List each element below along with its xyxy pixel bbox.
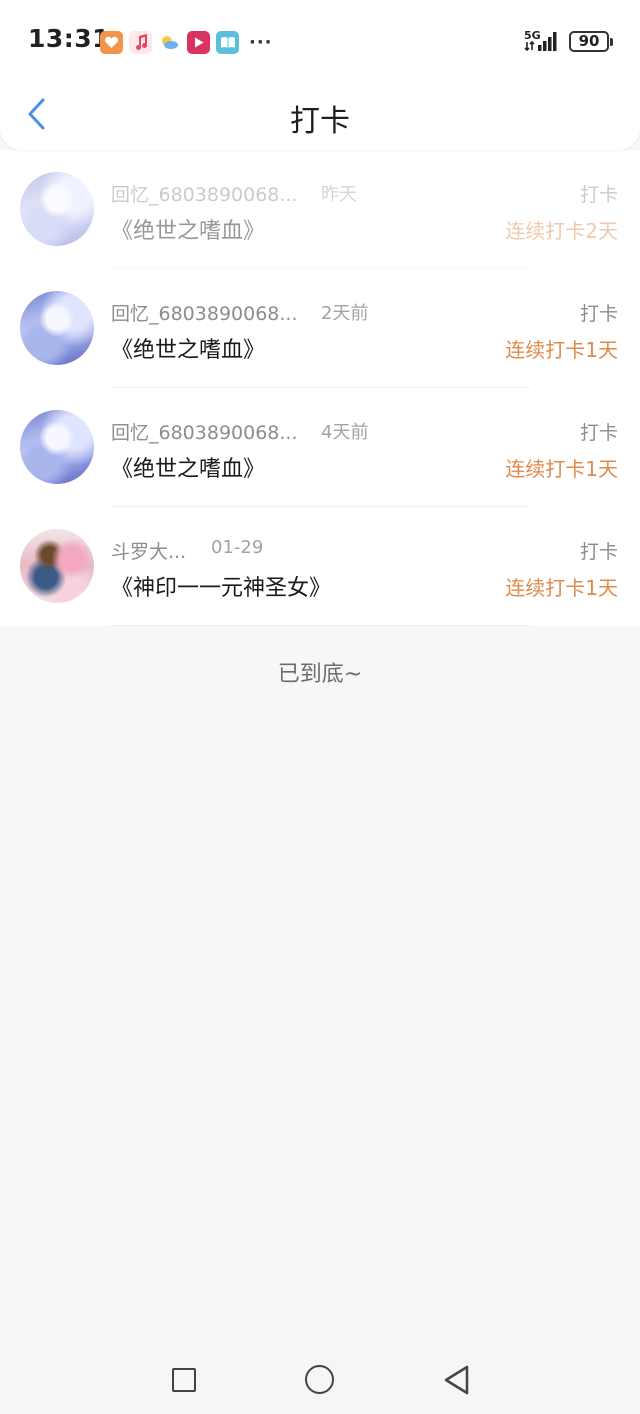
home-button[interactable] [305, 1365, 334, 1394]
divider [111, 625, 530, 626]
streak-label: 连续打卡2天 [505, 219, 618, 243]
network-label: 5G [524, 29, 541, 42]
system-back-button[interactable] [442, 1364, 472, 1396]
reader-app-icon [216, 30, 239, 54]
checkin-item[interactable]: 回忆_6803890068... 昨天 《绝世之嗜血》 打卡 连续打卡2天 [0, 150, 640, 269]
book-title[interactable]: 《绝世之嗜血》 [111, 332, 265, 364]
video-app-icon [187, 30, 210, 54]
username[interactable]: 回忆_6803890068... [111, 299, 298, 326]
signal-5g-icon: 5G [523, 28, 563, 54]
avatar[interactable] [20, 410, 94, 484]
recent-apps-button[interactable] [172, 1368, 196, 1392]
music-app-icon [129, 30, 152, 54]
status-bar: 13:31 ··· 5G 90 [0, 0, 640, 80]
triangle-back-icon [444, 1365, 469, 1395]
battery-icon: 90 [569, 31, 613, 52]
checkin-item[interactable]: 回忆_6803890068... 2天前 《绝世之嗜血》 打卡 连续打卡1天 [0, 269, 640, 388]
checkin-list: 回忆_6803890068... 昨天 《绝世之嗜血》 打卡 连续打卡2天 回忆… [0, 150, 640, 626]
action-label: 打卡 [579, 422, 618, 444]
more-notifications-icon: ··· [249, 31, 273, 53]
page-title: 打卡 [290, 104, 350, 139]
end-of-list-text: 已到底~ [277, 662, 363, 687]
book-title[interactable]: 《绝世之嗜血》 [111, 213, 265, 245]
system-navigation-bar [0, 1346, 640, 1414]
status-time: 13:31 [28, 24, 111, 53]
checkin-time: 昨天 [321, 184, 357, 205]
action-label: 打卡 [579, 541, 618, 563]
streak-label: 连续打卡1天 [505, 576, 618, 600]
avatar[interactable] [20, 529, 94, 603]
avatar[interactable] [20, 172, 94, 246]
book-title[interactable]: 《神印一一元神圣女》 [111, 570, 331, 602]
username[interactable]: 回忆_6803890068... [111, 418, 298, 445]
username[interactable]: 斗罗大... [111, 537, 186, 564]
checkin-time: 2天前 [321, 303, 369, 324]
action-label: 打卡 [579, 184, 618, 206]
checkin-item[interactable]: 斗罗大... 01-29 《神印一一元神圣女》 打卡 连续打卡1天 [0, 507, 640, 626]
notification-icons: ··· [100, 30, 273, 54]
checkin-time: 01-29 [211, 537, 264, 558]
streak-label: 连续打卡1天 [505, 338, 618, 362]
nav-bar: 打卡 [0, 80, 640, 150]
streak-label: 连续打卡1天 [505, 457, 618, 481]
book-title[interactable]: 《绝世之嗜血》 [111, 451, 265, 483]
checkin-screen: 13:31 ··· 5G 90 打卡 回忆_6803890068... 昨天 《… [0, 0, 640, 1414]
avatar[interactable] [20, 291, 94, 365]
checkin-time: 4天前 [321, 422, 369, 443]
header: 13:31 ··· 5G 90 打卡 [0, 0, 640, 150]
weather-app-icon [158, 31, 181, 54]
username[interactable]: 回忆_6803890068... [111, 180, 298, 207]
battery-level: 90 [578, 32, 600, 50]
action-label: 打卡 [579, 303, 618, 325]
tantan-app-icon [100, 30, 123, 54]
checkin-item[interactable]: 回忆_6803890068... 4天前 《绝世之嗜血》 打卡 连续打卡1天 [0, 388, 640, 507]
